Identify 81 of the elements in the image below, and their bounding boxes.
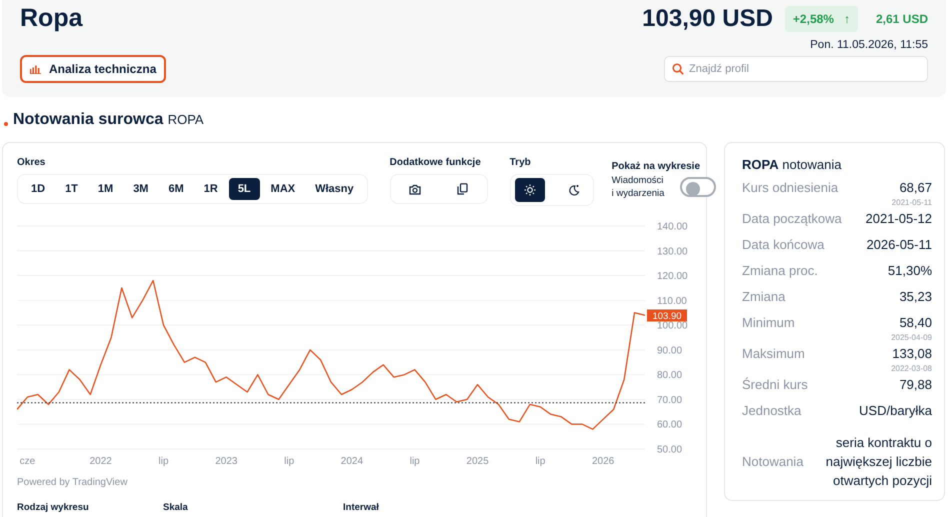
control-label: Tryb [510, 157, 532, 168]
stat-label: Minimum [742, 315, 795, 330]
bullet-icon [4, 122, 8, 126]
change-value: 2,61 USD [876, 12, 928, 26]
copy-icon [457, 183, 468, 195]
y-tick-label: 50.00 [657, 444, 682, 456]
y-tick-label: 80.00 [657, 370, 682, 382]
analysis-button[interactable]: Analiza techniczna [20, 55, 166, 83]
search-icon [672, 63, 684, 75]
mode-button[interactable] [514, 178, 545, 202]
bar-chart-icon [30, 64, 41, 74]
section-title: Notowania surowca ROPA [13, 111, 204, 129]
x-tick-label: lip [158, 456, 169, 467]
option-label: Rodzaj wykresu [17, 502, 90, 513]
x-tick-label: 2024 [340, 456, 364, 467]
period-button[interactable]: MAX [262, 178, 304, 200]
y-tick-label: 100.00 [657, 320, 688, 332]
credit-text: Powered by TradingView [17, 477, 128, 488]
option-label: Interwał [343, 502, 379, 513]
x-tick-label: 2025 [466, 456, 489, 467]
period-button[interactable]: Własny [306, 178, 363, 200]
y-tick-label: 110.00 [657, 296, 687, 307]
toggle-label: Wiadomości i wydarzenia [612, 174, 664, 200]
control-label: Okres [17, 157, 46, 168]
page-title: Ropa [20, 4, 82, 33]
period-button[interactable]: 1M [88, 178, 122, 200]
x-tick-label: lip [410, 456, 420, 467]
x-tick-label: 2022 [90, 456, 112, 467]
stat-date: 2022-03-08 [891, 364, 932, 373]
stat-value: 58,40 [898, 315, 932, 331]
price: 103,90 USD [642, 4, 773, 32]
stat-value: 133,08 [891, 346, 932, 362]
period-button[interactable]: 5L [228, 178, 260, 200]
x-tick-label: lip [284, 456, 294, 467]
control-label: Dodatkowe funkcje [390, 157, 482, 168]
stat-label: Notowania [742, 454, 804, 469]
stat-label: Zmiana proc. [742, 263, 818, 278]
camera-icon [408, 184, 421, 194]
stat-label: Jednostka [742, 403, 802, 418]
period-button[interactable]: 6M [159, 178, 193, 200]
toggle-switch[interactable] [680, 177, 716, 197]
search-field[interactable]: Znajdź profil [664, 56, 928, 82]
stat-label: Zmiana [742, 289, 786, 304]
price-tag: 103.90 [647, 309, 687, 322]
stat-label: Średni kurs [742, 377, 808, 392]
stat-value: seria kontraktu o największej liczbie otwartych pozycji [824, 434, 932, 490]
stat-label: Maksimum [742, 346, 805, 361]
period-button[interactable]: 1D [22, 178, 54, 200]
stat-value: 2026-05-11 [866, 237, 932, 253]
sun-icon [524, 184, 536, 196]
annotation: 103.90 [652, 310, 682, 322]
stat-value: 35,23 [899, 289, 932, 305]
x-tick-label: lip [535, 456, 546, 467]
change-badge: +2,58% ↑ [784, 6, 858, 32]
stat-value: 68,67 [898, 180, 932, 196]
y-tick-label: 90.00 [657, 345, 682, 356]
y-tick-label: 70.00 [657, 394, 682, 406]
y-tick-label: 60.00 [657, 420, 682, 431]
y-tick-label: 120.00 [657, 271, 688, 282]
stat-date: 2021-05-11 [892, 198, 932, 207]
y-tick-label: 130.00 [657, 246, 688, 258]
x-tick-label: 2023 [215, 456, 238, 467]
period-button[interactable]: 1R [194, 178, 227, 200]
stat-value: 79,88 [899, 377, 932, 393]
control-label: Pokaż na wykresie [612, 161, 702, 172]
period-button[interactable]: 3M [124, 178, 158, 200]
moon-icon [568, 184, 580, 196]
stats-title: ROPA notowania [742, 157, 843, 172]
stat-label: Kurs odniesienia [742, 180, 838, 195]
x-tick-label: cze [20, 456, 36, 467]
y-tick-label: 140.00 [657, 222, 688, 232]
x-tick-label: 2026 [592, 456, 614, 467]
timestamp: Pon. 11.05.2026, 11:55 [810, 39, 928, 51]
stat-value: USD/baryłka [859, 403, 932, 419]
stat-value: 51,30% [888, 263, 932, 279]
stat-value: 2021-05-12 [866, 211, 932, 227]
option-label: Skala [163, 502, 189, 513]
period-button[interactable]: 1T [56, 178, 87, 200]
stat-label: Data początkowa [742, 211, 842, 226]
stat-date: 2025-04-09 [891, 333, 932, 342]
stat-label: Data końcowa [742, 237, 824, 252]
